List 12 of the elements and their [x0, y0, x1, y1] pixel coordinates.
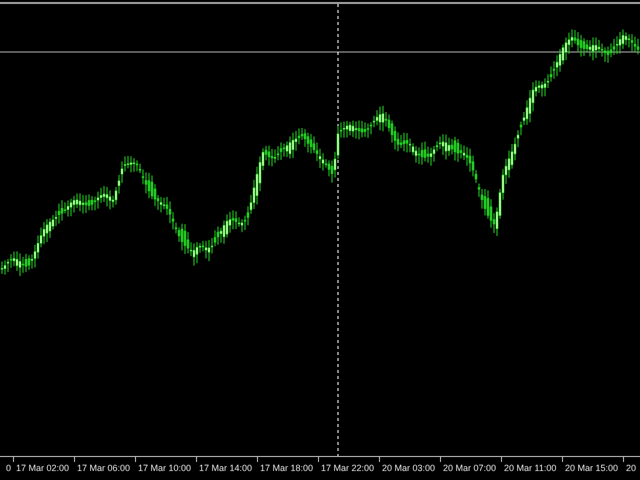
- time-axis-label: 17 Mar 06:00: [77, 462, 130, 474]
- time-axis-label: 17 Mar 18:00: [260, 462, 314, 474]
- time-axis-label: 0: [6, 462, 11, 474]
- time-axis-label: 20 Mar 11:00: [504, 462, 556, 474]
- time-axis-label: 17 Mar 02:00: [16, 462, 70, 474]
- time-axis-label: 20 Mar 15:00: [565, 462, 618, 474]
- time-axis-label: 17 Mar 10:00: [138, 462, 192, 474]
- time-axis-label: 20: [626, 462, 636, 474]
- time-axis-label: 20 Mar 03:00: [382, 462, 436, 474]
- time-axis-label: 17 Mar 14:00: [199, 462, 252, 474]
- time-axis-label: 20 Mar 07:00: [443, 462, 496, 474]
- time-axis-label: 17 Mar 22:00: [321, 462, 374, 474]
